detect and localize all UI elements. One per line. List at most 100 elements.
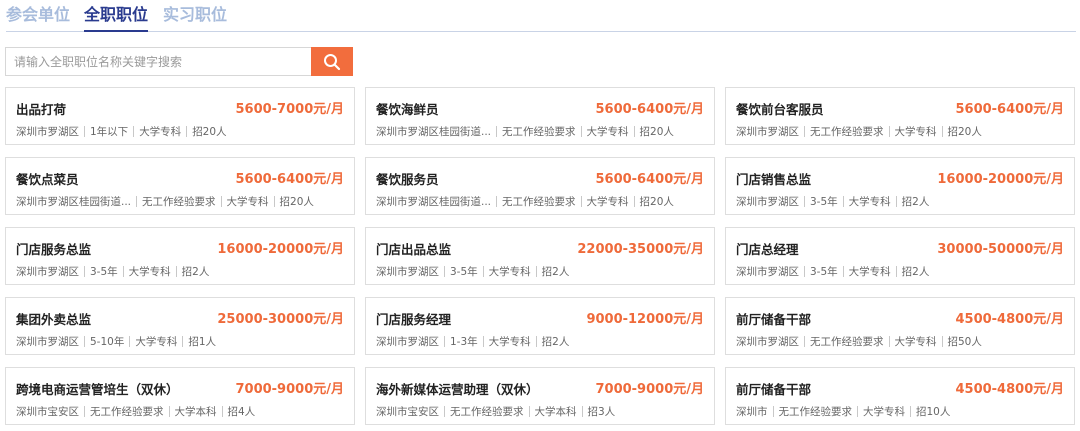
divider [84, 126, 85, 137]
job-location: 深圳市罗湖区桂园街道... [376, 126, 492, 138]
job-card[interactable]: 海外新媒体运营助理（双休） 7000-9000元/月 深圳市宝安区 无工作经验要求 大学… [365, 367, 715, 425]
job-card[interactable]: 餐饮前台客服员 5600-6400元/月深圳市罗湖区 无工作经验要求 大学专科 招20人 [725, 87, 1075, 145]
job-title[interactable]: 门店出品总监 [376, 239, 451, 258]
job-meta: 深圳市罗湖区 3-5年 大学专科 招2人 [736, 264, 929, 279]
tab-exhibitors[interactable]: 参会单位 [6, 4, 70, 26]
divider [444, 336, 445, 347]
job-experience: 3-5年 [90, 266, 118, 278]
job-location: 深圳市罗湖区桂园街道... [16, 196, 132, 208]
job-salary: 5600-6400元/月 [235, 172, 344, 187]
job-meta: 深圳市 无工作经验要求 大学专科 招10人 [736, 404, 950, 419]
job-title[interactable]: 前厅储备干部 [736, 379, 811, 398]
job-salary: 16000-20000元/月 [217, 242, 344, 257]
job-card[interactable]: 跨境电商运营管培生（双休） 7000-9000元/月 深圳市宝安区 无工作经验要求 大学… [5, 367, 355, 425]
job-experience: 无工作经验要求 [810, 336, 884, 348]
job-title[interactable]: 门店服务总监 [16, 239, 91, 258]
job-meta: 深圳市罗湖区桂园街道... 无工作经验要求 大学专科 招20人 [376, 194, 674, 209]
job-meta: 深圳市罗湖区 3-5年 大学专科 招2人 [376, 264, 569, 279]
job-title[interactable]: 前厅储备干部 [736, 309, 811, 328]
job-education: 大学专科 [894, 126, 937, 138]
job-headcount: 招20人 [639, 196, 674, 208]
tab-bar: 参会单位 全职职位 实习职位 [6, 0, 1076, 32]
divider [129, 336, 131, 347]
job-salary: 4500-4800元/月 [955, 382, 1064, 397]
job-education: 大学专科 [135, 336, 178, 348]
divider [84, 266, 85, 277]
job-card[interactable]: 餐饮点菜员 5600-6400元/月 深圳市罗湖区桂园街道... 无工作经验要求 大学专… [5, 157, 355, 215]
tab-internship-jobs[interactable]: 实习职位 [163, 4, 227, 26]
job-meta: 深圳市罗湖区 3-5年 大学专科 招2人 [736, 194, 929, 209]
job-experience: 无工作经验要求 [502, 196, 576, 208]
job-experience: 无工作经验要求 [810, 126, 884, 138]
job-card[interactable]: 集团外卖总监 25000-30000元/月 深圳市罗湖区 5-10年 大学专科 招1人 [5, 297, 355, 355]
job-title[interactable]: 出品打荷 [16, 99, 66, 118]
job-grid: 出品打荷 5600-7000元/月 深圳市罗湖区 1年以下 大学专科 招20人 餐饮海鲜员 5… [5, 87, 1075, 425]
job-experience: 3-5年 [810, 196, 838, 208]
job-experience: 5-10年 [90, 336, 125, 348]
job-education: 大学专科 [863, 406, 905, 418]
job-location: 深圳市罗湖区桂园街道... [376, 196, 492, 208]
job-card[interactable]: 门店出品总监 22000-35000元/月 深圳市罗湖区 3-5年 大学专科 招2人 [365, 227, 715, 285]
job-title[interactable]: 门店销售总监 [736, 169, 811, 188]
divider [842, 266, 844, 277]
divider [122, 266, 124, 277]
job-title[interactable]: 餐饮海鲜员 [376, 99, 439, 118]
divider [444, 266, 445, 277]
divider [136, 196, 138, 207]
job-salary: 4500-4800元/月 [955, 312, 1064, 327]
divider [910, 406, 911, 417]
divider [182, 336, 184, 347]
divider [444, 406, 445, 417]
search-icon [324, 53, 341, 70]
job-title[interactable]: 跨境电商运营管培生（双休） [16, 379, 179, 398]
divider [168, 406, 170, 417]
search-button[interactable] [311, 47, 353, 76]
job-education: 大学专科 [139, 126, 182, 138]
job-headcount: 招2人 [901, 266, 930, 278]
divider [895, 266, 897, 277]
job-card[interactable]: 前厅储备干部 4500-4800元/月 深圳市罗湖区 无工作经验要求 大学专科 招50人 [725, 297, 1075, 355]
job-card[interactable]: 门店销售总监 16000-20000元/月 深圳市罗湖区 3-5年 大学专科 招2人 [725, 157, 1075, 215]
job-title[interactable]: 餐饮点菜员 [16, 169, 79, 188]
job-meta: 深圳市罗湖区桂园街道... 无工作经验要求 大学专科 招20人 [376, 124, 674, 139]
job-meta: 深圳市罗湖区 无工作经验要求 大学专科 招20人 [736, 124, 982, 139]
divider [133, 126, 135, 137]
job-location: 深圳市罗湖区 [16, 266, 79, 278]
job-meta: 深圳市罗湖区 1-3年 大学专科 招2人 [376, 334, 569, 349]
job-card[interactable]: 餐饮海鲜员 5600-6400元/月深圳市罗湖区桂园街道... 无工作经验要求 大学专… [365, 87, 715, 145]
job-title[interactable]: 餐饮前台客服员 [736, 99, 824, 118]
divider [186, 126, 188, 137]
divider [888, 336, 890, 347]
job-education: 大学专科 [586, 196, 629, 208]
job-salary: 25000-30000元/月 [217, 312, 344, 327]
job-salary: 5600-6400元/月 [955, 102, 1064, 117]
job-headcount: 招1人 [188, 336, 217, 348]
job-salary: 5600-6400元/月 [595, 102, 704, 117]
job-title[interactable]: 海外新媒体运营助理（双休） [376, 379, 539, 398]
divider [580, 196, 582, 207]
job-salary: 16000-20000元/月 [937, 172, 1064, 187]
job-education: 大学专科 [128, 266, 171, 278]
job-experience: 无工作经验要求 [778, 406, 853, 418]
job-title[interactable]: 餐饮服务员 [376, 169, 439, 188]
divider [175, 266, 177, 277]
job-location: 深圳市宝安区 [376, 406, 439, 418]
job-card[interactable]: 门店服务总监 16000-20000元/月深圳市罗湖区 3-5年 大学专科 招2人 [5, 227, 355, 285]
job-card[interactable]: 门店总经理 30000-50000元/月 深圳市罗湖区 3-5年 大学专科 招2人 [725, 227, 1075, 285]
job-headcount: 招10人 [916, 406, 951, 418]
job-headcount: 招2人 [181, 266, 210, 278]
divider [772, 406, 774, 417]
job-salary: 5600-6400元/月 [595, 172, 704, 187]
divider [581, 406, 583, 417]
job-card[interactable]: 门店服务经理 9000-12000元/月 深圳市罗湖区 1-3年 大学专科 招2人 [365, 297, 715, 355]
job-title[interactable]: 门店总经理 [736, 239, 799, 258]
search-input[interactable] [5, 47, 311, 76]
job-location: 深圳市 [736, 406, 768, 418]
job-card[interactable]: 出品打荷 5600-7000元/月 深圳市罗湖区 1年以下 大学专科 招20人 [5, 87, 355, 145]
job-headcount: 招4人 [227, 406, 256, 418]
job-card[interactable]: 前厅储备干部 4500-4800元/月 深圳市 无工作经验要求 大学专科 招10人 [725, 367, 1075, 425]
tab-fulltime-jobs[interactable]: 全职职位 [84, 4, 149, 32]
job-title[interactable]: 集团外卖总监 [16, 309, 91, 328]
job-card[interactable]: 餐饮服务员 5600-6400元/月深圳市罗湖区桂园街道... 无工作经验要求 大学专… [365, 157, 715, 215]
job-title[interactable]: 门店服务经理 [376, 309, 451, 328]
